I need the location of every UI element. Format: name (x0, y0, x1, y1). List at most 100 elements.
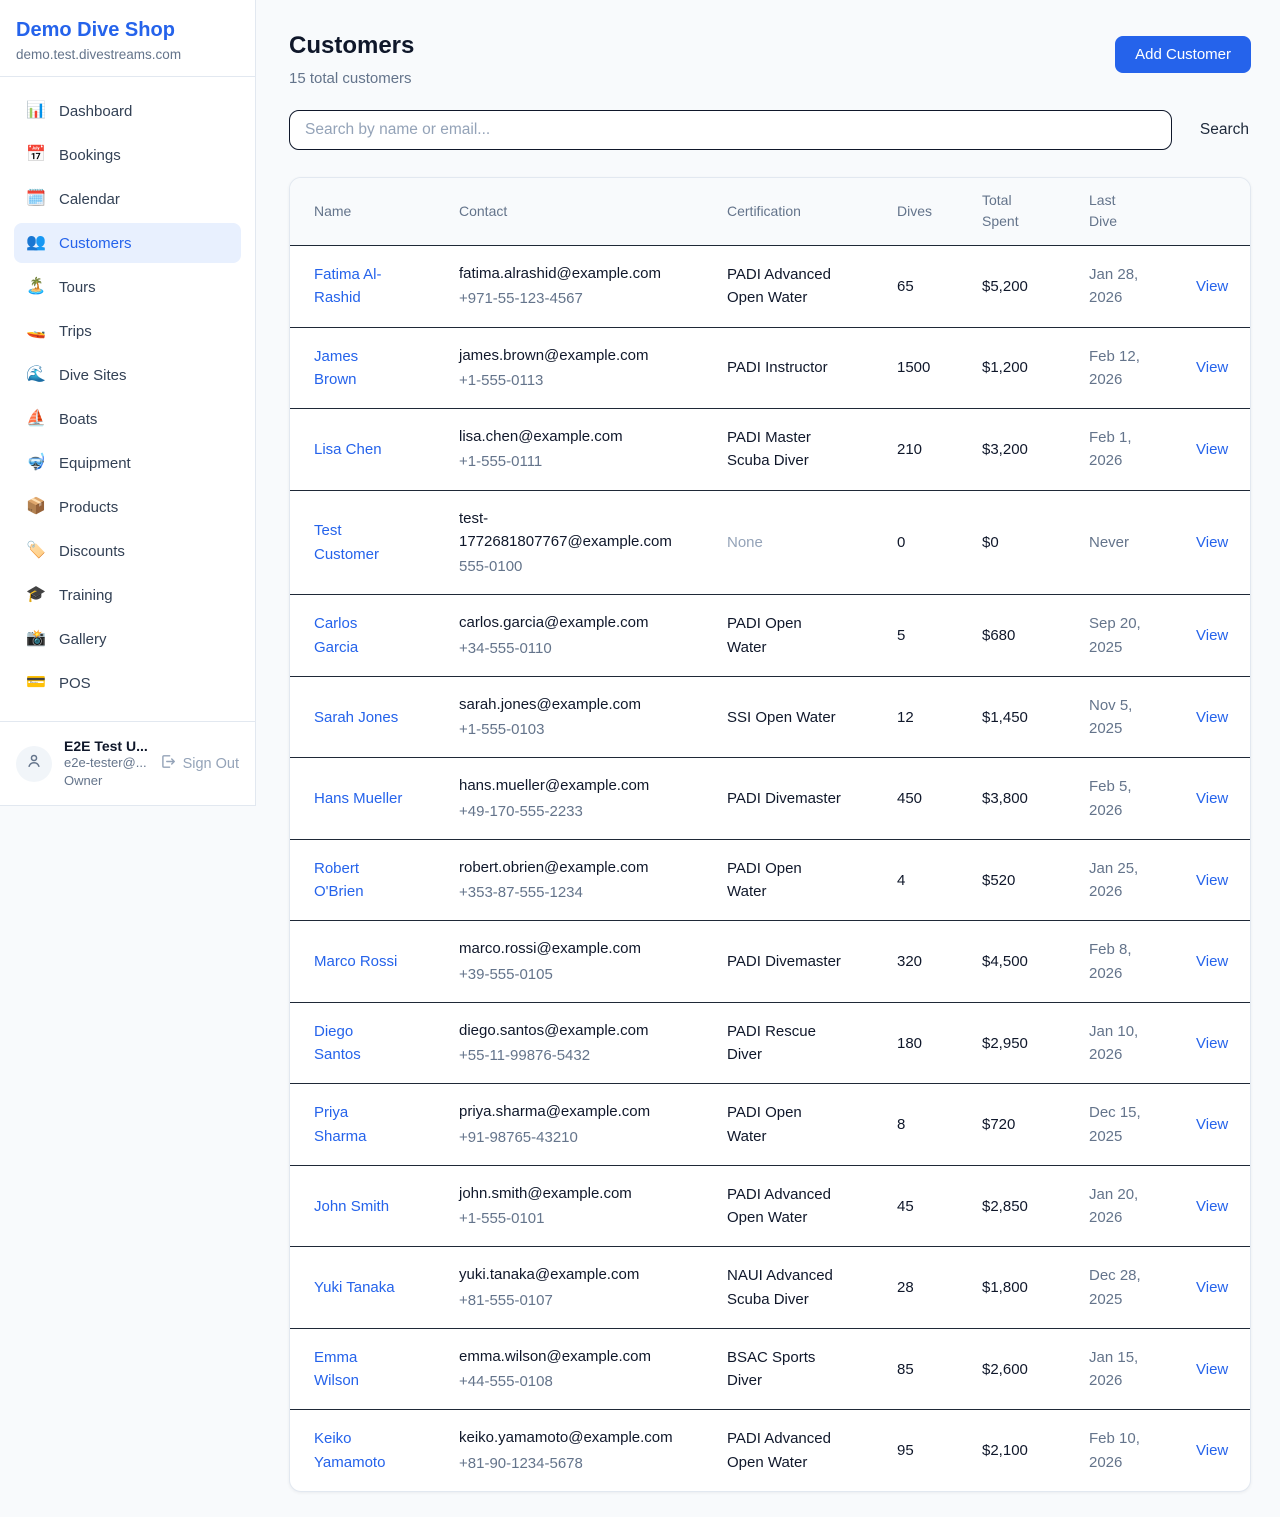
view-link[interactable]: View (1196, 872, 1228, 889)
nav-item-icon: 📊 (26, 103, 46, 119)
view-cell: View (1172, 921, 1251, 1003)
customer-name-link[interactable]: Emma Wilson (314, 1349, 359, 1389)
view-link[interactable]: View (1196, 278, 1228, 295)
nav-item-icon: 🏝️ (26, 279, 46, 295)
certification-cell: NAUI Advanced Scuba Diver (703, 1247, 873, 1329)
view-link[interactable]: View (1196, 359, 1228, 376)
customer-phone: +1-555-0113 (459, 369, 675, 392)
view-link[interactable]: View (1196, 1198, 1228, 1215)
certification-text: NAUI Advanced Scuba Diver (727, 1267, 833, 1307)
customer-email: hans.mueller@example.com (459, 774, 675, 797)
name-cell: Fatima Al-Rashid (290, 246, 435, 328)
customer-phone: +91-98765-43210 (459, 1126, 675, 1149)
search-button[interactable]: Search (1198, 121, 1251, 139)
table-row: Priya Sharma priya.sharma@example.com +9… (290, 1084, 1251, 1166)
certification-text: None (727, 534, 763, 551)
last-dive-cell: Jan 28, 2026 (1065, 246, 1172, 328)
total-spent-cell: $1,450 (958, 676, 1065, 758)
view-link[interactable]: View (1196, 1116, 1228, 1133)
customer-name-link[interactable]: Fatima Al-Rashid (314, 266, 382, 306)
view-cell: View (1172, 409, 1251, 491)
view-link[interactable]: View (1196, 441, 1228, 458)
total-spent-cell: $0 (958, 490, 1065, 595)
sidebar-item-products[interactable]: 📦 Products (14, 487, 241, 527)
view-link[interactable]: View (1196, 1035, 1228, 1052)
nav-item-label: Gallery (59, 631, 107, 648)
nav-item-label: Calendar (59, 191, 120, 208)
customer-phone: +39-555-0105 (459, 963, 675, 986)
customer-name-link[interactable]: Yuki Tanaka (314, 1279, 395, 1296)
column-header-dives: Dives (873, 178, 958, 246)
sidebar-item-training[interactable]: 🎓 Training (14, 575, 241, 615)
total-spent-cell: $2,100 (958, 1410, 1065, 1491)
dives-cell: 45 (873, 1165, 958, 1247)
view-link[interactable]: View (1196, 627, 1228, 644)
last-dive-cell: Sep 20, 2025 (1065, 595, 1172, 677)
view-cell: View (1172, 1410, 1251, 1491)
sidebar: Demo Dive Shop demo.test.divestreams.com… (0, 0, 256, 806)
sidebar-item-boats[interactable]: ⛵ Boats (14, 399, 241, 439)
sidebar-item-calendar[interactable]: 🗓️ Calendar (14, 179, 241, 219)
view-link[interactable]: View (1196, 1442, 1228, 1459)
contact-cell: sarah.jones@example.com +1-555-0103 (435, 676, 703, 758)
nav-item-label: Bookings (59, 147, 121, 164)
total-spent-cell: $2,950 (958, 1002, 1065, 1084)
customer-phone: +49-170-555-2233 (459, 800, 675, 823)
view-cell: View (1172, 758, 1251, 840)
person-icon (25, 752, 43, 775)
table-row: Emma Wilson emma.wilson@example.com +44-… (290, 1328, 1251, 1410)
sidebar-item-equipment[interactable]: 🤿 Equipment (14, 443, 241, 483)
sidebar-item-gallery[interactable]: 📸 Gallery (14, 619, 241, 659)
nav-item-icon: 🚤 (26, 323, 46, 339)
name-cell: Hans Mueller (290, 758, 435, 840)
customer-name-link[interactable]: Hans Mueller (314, 790, 402, 807)
name-cell: Marco Rossi (290, 921, 435, 1003)
customer-count: 15 total customers (289, 70, 414, 87)
view-link[interactable]: View (1196, 534, 1228, 551)
sidebar-item-pos[interactable]: 💳 POS (14, 663, 241, 703)
customer-name-link[interactable]: Lisa Chen (314, 441, 382, 458)
last-dive-cell: Feb 10, 2026 (1065, 1410, 1172, 1491)
customer-name-link[interactable]: Carlos Garcia (314, 615, 358, 655)
sign-out-button[interactable]: Sign Out (159, 753, 239, 774)
certification-text: PADI Open Water (727, 860, 802, 900)
certification-text: BSAC Sports Diver (727, 1349, 815, 1389)
customer-name-link[interactable]: Robert O'Brien (314, 860, 364, 900)
view-link[interactable]: View (1196, 953, 1228, 970)
sidebar-item-tours[interactable]: 🏝️ Tours (14, 267, 241, 307)
customer-name-link[interactable]: John Smith (314, 1198, 389, 1215)
certification-cell: PADI Divemaster (703, 758, 873, 840)
view-link[interactable]: View (1196, 709, 1228, 726)
view-link[interactable]: View (1196, 1361, 1228, 1378)
sidebar-item-dashboard[interactable]: 📊 Dashboard (14, 91, 241, 131)
view-link[interactable]: View (1196, 790, 1228, 807)
table-header: Name Contact Certification Dives Total S… (290, 178, 1251, 246)
customer-email: fatima.alrashid@example.com (459, 262, 675, 285)
customer-name-link[interactable]: Sarah Jones (314, 709, 398, 726)
add-customer-button[interactable]: Add Customer (1115, 36, 1251, 73)
table-row: James Brown james.brown@example.com +1-5… (290, 327, 1251, 409)
certification-cell: PADI Advanced Open Water (703, 1410, 873, 1491)
name-cell: John Smith (290, 1165, 435, 1247)
customer-phone: +55-11-99876-5432 (459, 1044, 675, 1067)
customer-name-link[interactable]: Diego Santos (314, 1023, 361, 1063)
customer-name-link[interactable]: Test Customer (314, 522, 379, 562)
certification-text: PADI Divemaster (727, 953, 841, 970)
sidebar-item-discounts[interactable]: 🏷️ Discounts (14, 531, 241, 571)
customer-name-link[interactable]: Marco Rossi (314, 953, 397, 970)
customer-name-link[interactable]: Keiko Yamamoto (314, 1430, 385, 1470)
nav-item-icon: 🏷️ (26, 543, 46, 559)
customer-name-link[interactable]: Priya Sharma (314, 1104, 367, 1144)
nav-item-label: Customers (59, 235, 132, 252)
sidebar-item-trips[interactable]: 🚤 Trips (14, 311, 241, 351)
sidebar-item-bookings[interactable]: 📅 Bookings (14, 135, 241, 175)
search-input[interactable] (289, 110, 1172, 150)
view-link[interactable]: View (1196, 1279, 1228, 1296)
certification-cell: PADI Instructor (703, 327, 873, 409)
total-spent-cell: $1,200 (958, 327, 1065, 409)
sidebar-item-dive-sites[interactable]: 🌊 Dive Sites (14, 355, 241, 395)
sidebar-item-customers[interactable]: 👥 Customers (14, 223, 241, 263)
customer-name-link[interactable]: James Brown (314, 348, 358, 388)
certification-text: PADI Instructor (727, 359, 828, 376)
view-cell: View (1172, 676, 1251, 758)
